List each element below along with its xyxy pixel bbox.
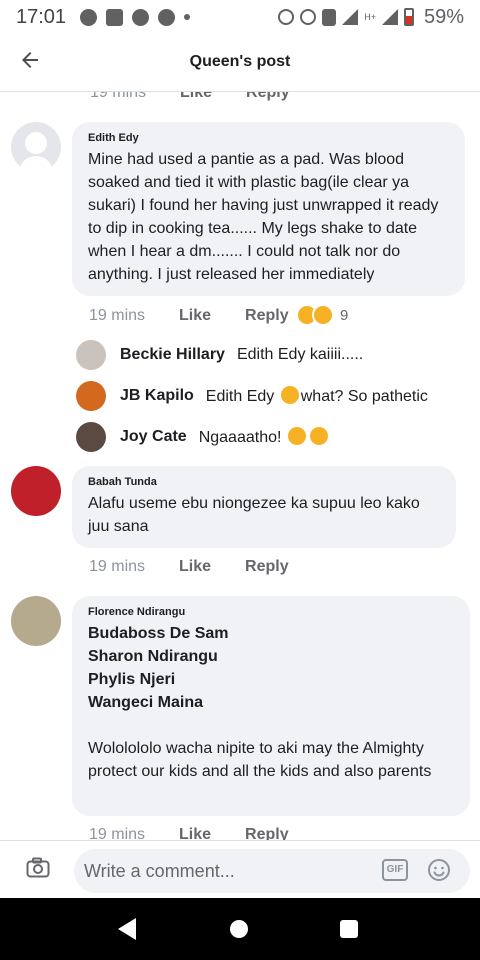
crying-emoji-icon [280,386,299,404]
like-button[interactable]: Like [179,307,211,325]
reply-button[interactable]: Reply [246,92,290,102]
mention-link[interactable]: Phylis Njeri [88,668,454,691]
comment-time: 19 mins [89,307,146,324]
camera-icon[interactable] [26,857,50,879]
mention-link[interactable]: Budaboss De Sam [88,622,454,645]
reply-item: JB Kapilo Edith Edy what? So pathetic [76,381,428,411]
comment-author[interactable]: Florence Ndirangu [88,606,454,618]
comment-bubble: Babah Tunda Alafu useme ebu niongezee ka… [72,466,456,548]
system-icons: H+ 59% [278,6,464,29]
comment-time: 19 mins [89,558,146,575]
reply-author[interactable]: JB Kapilo [120,387,194,405]
page-title: Queen's post [189,52,291,70]
comments-list: 19 mins Like Reply Edith Edy Mine had us… [0,92,480,840]
network-type: H+ [364,12,376,22]
comment-bubble: Florence Ndirangu Budaboss De Sam Sharon… [72,596,470,816]
post-header: Queen's post [0,34,480,92]
like-button[interactable]: Like [179,558,211,576]
avatar[interactable] [76,422,106,452]
nav-back-icon[interactable] [118,918,136,940]
reply-mention[interactable]: Edith Edy [206,388,274,405]
whatsapp-icon [158,8,176,26]
reply-button[interactable]: Reply [245,826,289,840]
arrow-left-icon[interactable] [18,48,42,72]
avatar[interactable] [11,122,61,172]
vibrate-icon [322,8,337,26]
reply-author[interactable]: Beckie Hillary [120,346,225,364]
comment-text: Wololololo wacha nipite to aki may the A… [88,740,432,780]
comment-bubble: Edith Edy Mine had used a pantie as a pa… [72,122,465,296]
avatar[interactable] [11,466,61,516]
notification-app-icon [132,8,150,26]
notification-icons [80,8,191,26]
comment-time: 19 mins [90,92,147,101]
battery-percent: 59% [423,5,464,28]
comment-meta: 19 mins Like Reply [90,92,324,102]
comment-meta: 19 mins Like Reply [89,307,323,325]
like-button[interactable]: Like [179,826,211,840]
comment-meta: 19 mins Like Reply [89,558,323,576]
status-time: 17:01 [16,5,67,28]
reply-text: Edith Edy kaiiii..... [236,346,364,363]
comment-author[interactable]: Babah Tunda [88,476,440,488]
alarm-icon [278,9,295,25]
reply-text-rest: what? So pathetic [300,388,428,405]
reply-text: Edith Edy what? So pathetic [206,386,428,406]
more-notifications-dot [184,14,191,20]
comment-meta: 19 mins Like Reply [89,826,323,840]
reaction-summary[interactable]: 9 [296,304,348,326]
reply-item: Beckie Hillary Edith Edy kaiiii..... [76,340,363,370]
sync-icon [300,9,317,25]
reply-text: Ngaaaatho! [199,427,330,447]
reply-text-body: Ngaaaatho! [198,429,282,446]
astonished-emoji-icon [287,427,306,445]
like-button[interactable]: Like [180,92,212,102]
comment-text: Alafu useme ebu niongezee ka supuu leo k… [88,495,420,535]
comment-time: 19 mins [89,826,146,840]
reply-button[interactable]: Reply [245,558,289,576]
avatar[interactable] [76,381,106,411]
emoji-icon[interactable] [427,858,451,882]
cell-signal-icon [381,9,398,25]
notification-app-icon [106,8,124,26]
astonished-emoji-icon [309,427,328,445]
mention-link[interactable]: Wangeci Maina [88,691,454,714]
wow-reaction-icon [312,304,334,326]
reply-author[interactable]: Joy Cate [120,428,187,446]
comment-input[interactable] [74,849,470,893]
messenger-icon [80,8,98,26]
comment-text: Mine had used a pantie as a pad. Was blo… [88,151,439,283]
battery-icon [403,8,414,26]
mention-link[interactable]: Sharon Ndirangu [88,645,454,668]
nav-home-icon[interactable] [230,920,248,938]
comment-author[interactable]: Edith Edy [88,132,449,144]
reply-item: Joy Cate Ngaaaatho! [76,422,330,452]
avatar[interactable] [11,596,61,646]
gif-icon[interactable]: GIF [382,859,408,881]
comment-composer: GIF [0,840,480,898]
wifi-signal-icon [342,9,359,25]
system-nav-bar [0,898,480,960]
reply-button[interactable]: Reply [245,307,289,325]
reaction-count: 9 [340,306,349,324]
status-bar: 17:01 H+ 59% [0,0,480,34]
avatar[interactable] [76,340,106,370]
nav-recents-icon[interactable] [340,920,358,938]
